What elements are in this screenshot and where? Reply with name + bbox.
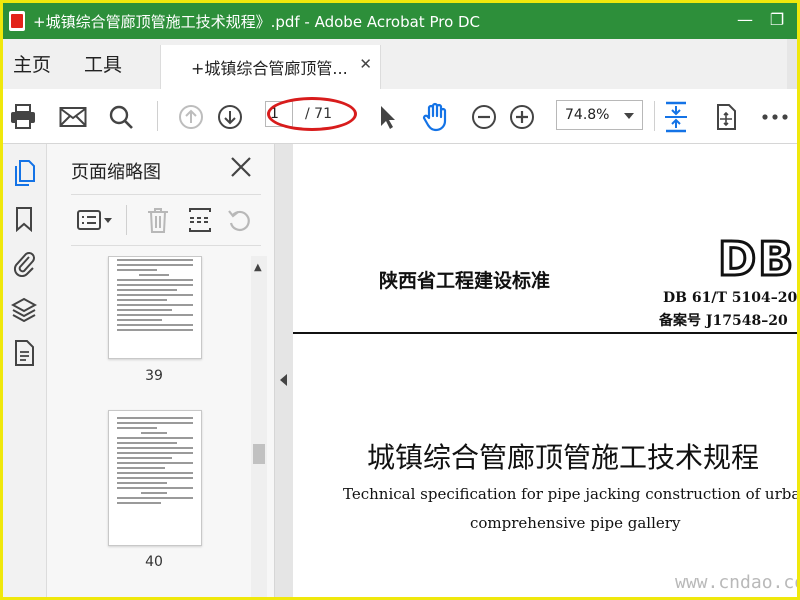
pdf-page: 陕西省工程建设标准 DB DB 61/T 5104–20 备案号 J17548–… (293, 144, 797, 597)
menu-home[interactable]: 主页 (13, 50, 51, 77)
page-thumbnail[interactable] (108, 410, 202, 546)
minimize-button[interactable]: — (731, 7, 759, 33)
search-button[interactable] (105, 101, 137, 133)
page-up-icon (179, 105, 203, 129)
toolbar: / 71 74.8% (3, 89, 797, 144)
close-icon (231, 157, 251, 177)
db-logo: DB (716, 231, 796, 288)
title-bar: +城镇综合管廊顶管施工技术规程》.pdf - Adobe Acrobat Pro… (3, 3, 797, 39)
zoom-value: 74.8% (565, 107, 610, 123)
print-icon (11, 104, 35, 129)
thumbnail-options-button[interactable] (75, 205, 115, 235)
options-icon (77, 210, 112, 230)
select-arrow-icon (381, 106, 395, 129)
chevron-down-icon (624, 113, 634, 119)
thumbnail-scrollbar[interactable]: ▲ (251, 256, 267, 597)
previous-page-button[interactable] (175, 101, 207, 133)
layers-button[interactable] (9, 294, 39, 324)
thumbnail-page-number: 39 (145, 368, 163, 384)
zoom-in-button[interactable] (506, 101, 538, 133)
english-title-line-1: Technical specification for pipe jacking… (343, 485, 797, 503)
fit-page-icon (665, 101, 687, 133)
insert-pages-icon (189, 208, 211, 232)
acrobat-app-icon (9, 11, 25, 31)
page-thumbnail[interactable] (108, 256, 202, 359)
close-panel-button[interactable] (228, 154, 254, 180)
panel-title: 页面缩略图 (71, 162, 161, 183)
page-down-icon (218, 105, 242, 129)
menu-tools[interactable]: 工具 (84, 50, 122, 77)
content-icon (15, 340, 34, 366)
attachment-icon (13, 252, 35, 277)
undo-button[interactable] (225, 205, 255, 235)
thumbnail-list: 39 40 (71, 256, 251, 597)
record-number: 备案号 J17548–20 (659, 313, 788, 329)
hand-icon (422, 102, 447, 132)
app-window: +城镇综合管廊顶管施工技术规程》.pdf - Adobe Acrobat Pro… (0, 0, 800, 600)
bookmarks-button[interactable] (9, 204, 39, 234)
hand-tool-button[interactable] (419, 101, 451, 133)
more-icon (762, 114, 788, 120)
chevron-left-icon (280, 374, 287, 386)
menu-bar: 主页 工具 +城镇综合管廊顶管... ✕ (3, 39, 797, 90)
scrollbar-thumb[interactable] (253, 444, 265, 464)
thumbnails-panel: 页面缩略图 39 40 ▲ (47, 144, 275, 597)
more-tools-button[interactable] (759, 101, 791, 133)
thumbnail-page-number: 40 (145, 554, 163, 570)
toolbar-divider (157, 101, 158, 131)
tab-scroll[interactable] (787, 39, 797, 89)
email-icon (59, 107, 87, 127)
print-button[interactable] (7, 101, 39, 133)
fit-page-button[interactable] (660, 101, 692, 133)
delete-page-button[interactable] (143, 205, 173, 235)
restore-button[interactable]: ❐ (763, 7, 791, 33)
search-icon (109, 105, 133, 129)
delete-icon (148, 208, 168, 233)
close-tab-icon[interactable]: ✕ (359, 55, 372, 73)
header-rule (293, 332, 797, 334)
english-title-line-2: comprehensive pipe gallery (470, 514, 681, 532)
page-thumbnails-icon (15, 160, 35, 186)
panel-tool-divider (126, 205, 127, 235)
site-watermark: www.cndao.com (675, 572, 797, 593)
next-page-button[interactable] (214, 101, 246, 133)
zoom-in-icon (510, 105, 534, 129)
navigation-pane (3, 144, 47, 597)
layers-icon (11, 297, 37, 322)
page-highlight-annotation (267, 97, 357, 131)
page-thumbnails-button[interactable] (9, 158, 39, 188)
rotate-view-icon (717, 104, 736, 130)
scroll-up-icon[interactable]: ▲ (254, 262, 262, 273)
document-title: 城镇综合管廊顶管施工技术规程 (367, 441, 760, 474)
attachments-button[interactable] (9, 248, 39, 278)
window-title: +城镇综合管廊顶管施工技术规程》.pdf - Adobe Acrobat Pro… (33, 13, 481, 31)
content-button[interactable] (9, 338, 39, 368)
rotate-view-button[interactable] (710, 101, 742, 133)
document-view[interactable]: 陕西省工程建设标准 DB DB 61/T 5104–20 备案号 J17548–… (275, 144, 797, 597)
undo-icon (228, 210, 250, 232)
insert-pages-button[interactable] (185, 205, 215, 235)
document-tab[interactable]: +城镇综合管廊顶管... ✕ (160, 45, 381, 89)
bookmark-icon (16, 207, 32, 232)
toolbar-divider (654, 101, 655, 131)
collapse-panel-button[interactable] (275, 144, 293, 597)
zoom-out-button[interactable] (468, 101, 500, 133)
zoom-out-icon (472, 105, 496, 129)
email-button[interactable] (57, 101, 89, 133)
select-tool-button[interactable] (371, 101, 403, 133)
standard-code: DB 61/T 5104–20 (663, 290, 797, 306)
standard-organization: 陕西省工程建设标准 (379, 270, 551, 292)
document-tab-label: +城镇综合管廊顶管... (191, 59, 348, 78)
panel-toolbar (71, 194, 261, 246)
zoom-select[interactable]: 74.8% (556, 100, 643, 130)
